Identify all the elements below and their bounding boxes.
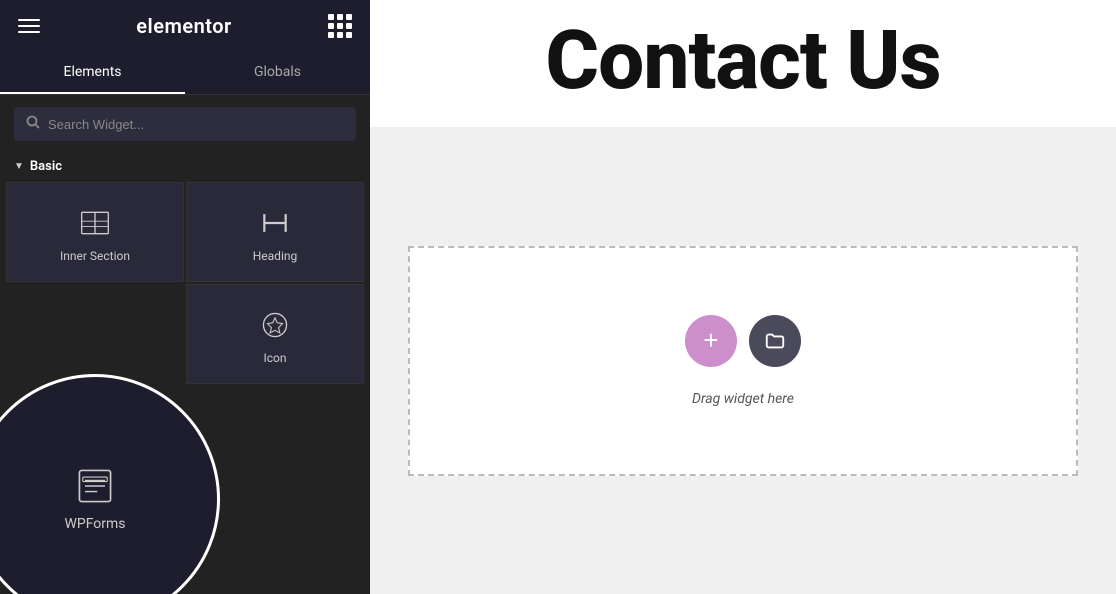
- drop-zone[interactable]: + Drag widget here: [408, 246, 1078, 476]
- sidebar-tabs: Elements Globals: [0, 52, 370, 95]
- widget-wpforms[interactable]: WPForms: [35, 449, 155, 549]
- section-label: Basic: [30, 159, 62, 174]
- search-container: [0, 95, 370, 153]
- section-collapse-icon[interactable]: ▼: [14, 161, 24, 172]
- elementor-logo: elementor: [136, 14, 232, 38]
- search-input[interactable]: [48, 117, 344, 132]
- main-content: Contact Us + Drag widget here: [370, 0, 1116, 594]
- search-box: [14, 107, 356, 141]
- widgets-row-1: Inner Section Heading: [4, 182, 366, 282]
- icon-icon: [259, 309, 291, 341]
- widget-label-icon: Icon: [263, 351, 286, 365]
- wpforms-icon: [75, 466, 115, 506]
- widgets-grid: Inner Section Heading: [0, 182, 370, 384]
- drop-buttons: +: [685, 315, 801, 367]
- widgets-row-2: Icon: [4, 284, 366, 384]
- hamburger-menu-icon[interactable]: [18, 19, 40, 33]
- widget-label-heading: Heading: [253, 249, 298, 263]
- sidebar-header: elementor: [0, 0, 370, 52]
- widget-icon[interactable]: Icon: [186, 284, 364, 384]
- widget-label-wpforms: WPForms: [64, 516, 125, 532]
- add-widget-button[interactable]: +: [685, 315, 737, 367]
- inner-section-icon: [79, 207, 111, 239]
- drag-hint-text: Drag widget here: [692, 391, 794, 407]
- canvas-area: + Drag widget here: [370, 127, 1116, 594]
- search-icon: [26, 115, 40, 133]
- widget-label-inner-section: Inner Section: [60, 249, 130, 263]
- tab-elements[interactable]: Elements: [0, 52, 185, 94]
- add-template-button[interactable]: [749, 315, 801, 367]
- tab-globals[interactable]: Globals: [185, 52, 370, 94]
- page-title: Contact Us: [410, 20, 1076, 102]
- section-header-basic: ▼ Basic: [0, 153, 370, 182]
- wpforms-circle-highlight: WPForms: [0, 374, 220, 594]
- widget-heading[interactable]: Heading: [186, 182, 364, 282]
- heading-icon: [259, 207, 291, 239]
- widget-inner-section[interactable]: Inner Section: [6, 182, 184, 282]
- grid-apps-icon[interactable]: [328, 14, 352, 38]
- page-title-area: Contact Us: [370, 0, 1116, 127]
- sidebar: elementor Elements Globals ▼ Basic: [0, 0, 370, 594]
